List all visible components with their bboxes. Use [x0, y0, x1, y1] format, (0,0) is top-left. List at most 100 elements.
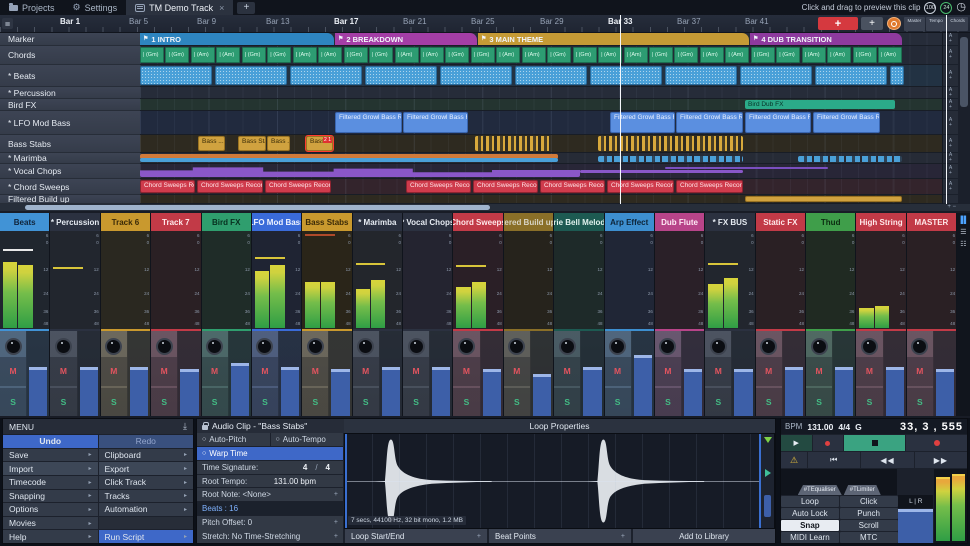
chord-chip[interactable]: | (Am) [725, 47, 749, 63]
pan-knob[interactable] [408, 338, 425, 355]
tab-settings[interactable]: ⚙ Settings [64, 0, 127, 15]
tab-projects[interactable]: Projects [0, 0, 64, 15]
menu-item-click-track[interactable]: Click Track▸ [99, 476, 194, 489]
zoom-icons[interactable]: + − [947, 204, 956, 210]
master-plugin-tlimiter[interactable]: #TLimiter [844, 485, 881, 495]
chord-chip[interactable]: | (Am) [496, 47, 520, 63]
solo-button[interactable]: S [756, 388, 782, 417]
mixer-strip-label[interactable]: Track 7 [151, 213, 200, 231]
time-signature-value[interactable]: 4/4 [838, 422, 850, 432]
mixer-view-toggle-icon[interactable]: ☰ [960, 229, 967, 236]
chord-chip[interactable]: | (Gm) [573, 47, 597, 63]
master-plugin-tequaliser[interactable]: #TEqualiser [798, 485, 842, 495]
pan-knob[interactable] [5, 338, 22, 355]
cpu-badge[interactable]: 100 [924, 2, 936, 14]
mute-button[interactable]: M [0, 357, 26, 386]
mixer-strip-label[interactable]: Thud [806, 213, 855, 231]
key-value[interactable]: G [855, 422, 862, 432]
pan-knob[interactable] [811, 338, 828, 355]
auto-pitch-button[interactable]: ○Auto-Pitch [197, 433, 270, 446]
menu-item-automation[interactable]: Automation▸ [99, 503, 194, 516]
track-lane-chord-sweeps[interactable]: Chord Sweeps Recordi...Chord Sweeps Reco… [140, 179, 942, 195]
track-header-chords[interactable]: Chords [0, 46, 140, 65]
mixer-strip-label[interactable]: * Marimba [353, 213, 402, 231]
chord-chip[interactable]: | (Am) [395, 47, 419, 63]
menu-item-movies[interactable]: Movies▸ [3, 517, 98, 530]
mute-button[interactable]: M [655, 357, 681, 386]
track-lane-beats[interactable] [140, 65, 942, 87]
new-tab-button[interactable]: + [237, 2, 255, 14]
mixer-strip-label[interactable]: Erie Bell Melody [554, 213, 603, 231]
solo-button[interactable]: S [806, 388, 832, 417]
pan-knob[interactable] [710, 338, 727, 355]
volume-fader[interactable] [833, 331, 855, 416]
return-to-start-button[interactable]: ⏮ [808, 452, 860, 468]
clip[interactable]: Bass Sta... [238, 136, 266, 151]
clip[interactable]: Filtered Growl Bass Re... [335, 112, 402, 133]
chord-chip[interactable]: | (Gm) [242, 47, 266, 63]
solo-button[interactable]: S [907, 388, 933, 417]
warp-time-button[interactable]: ○ Warp Time [197, 447, 343, 460]
volume-fader[interactable] [27, 331, 49, 416]
menu-item-snapping[interactable]: Snapping▸ [3, 490, 98, 503]
toggle-loop[interactable]: Loop [781, 496, 839, 507]
chord-chip[interactable]: | (Gm) [165, 47, 189, 63]
vertical-scrollbar[interactable] [958, 33, 970, 204]
record-safety-button[interactable] [887, 17, 901, 30]
fps-badge[interactable]: 24 [940, 2, 952, 14]
clip[interactable] [580, 170, 743, 173]
volume-fader[interactable] [884, 331, 906, 416]
chord-chip[interactable]: | (Gm) [853, 47, 877, 63]
mini-track-tempo[interactable]: Tempo [926, 17, 947, 31]
menu-item-help[interactable]: Help▸ [3, 530, 98, 543]
clip[interactable] [740, 66, 812, 85]
track-header-vocal-chops[interactable]: * Vocal Chops [0, 164, 140, 179]
solo-button[interactable]: S [353, 388, 379, 417]
menu-item-timecode[interactable]: Timecode▸ [3, 476, 98, 489]
mute-button[interactable]: M [453, 357, 479, 386]
clip[interactable]: Bass ... [198, 136, 225, 151]
volume-fader[interactable] [78, 331, 100, 416]
track-header-lfo-mod-bass[interactable]: * LFO Mod Bass [0, 111, 140, 135]
mute-button[interactable]: M [101, 357, 127, 386]
track-header-bass-stabs[interactable]: Bass Stabs [0, 135, 140, 153]
chord-chip[interactable]: | (Am) [700, 47, 724, 63]
track-lane-percussion[interactable] [140, 87, 942, 99]
auto-tempo-button[interactable]: ○Auto-Tempo [271, 433, 344, 446]
volume-fader[interactable] [531, 331, 553, 416]
mixer-strip-label[interactable]: MASTER [907, 213, 956, 231]
clip[interactable]: Filtered Growl Bass Re... [403, 112, 468, 133]
volume-fader[interactable] [783, 331, 805, 416]
solo-button[interactable]: S [705, 388, 731, 417]
mixer-strip-label[interactable]: Chord Sweeps [453, 213, 502, 231]
track-lane-filtered-build-up[interactable] [140, 195, 942, 204]
track-lane-bass-stabs[interactable]: Bass ...Bass Sta...Bass ...Bass Sta... [140, 135, 942, 153]
marker-triangle-icon[interactable] [764, 437, 772, 443]
chord-chip[interactable]: | (Am) [827, 47, 851, 63]
mini-track-master[interactable]: Master [904, 17, 925, 31]
track-lane-lfo-mod-bass[interactable]: Filtered Growl Bass Re...Filtered Growl … [140, 111, 942, 135]
mute-button[interactable]: M [202, 357, 228, 386]
menu-item-import[interactable]: Import▸ [3, 462, 98, 475]
pan-knob[interactable] [156, 338, 173, 355]
loop-start-end-button[interactable]: Loop Start/End+ [345, 529, 487, 543]
track-header-filtered-build-up[interactable]: Filtered Build up [0, 195, 140, 204]
solo-button[interactable]: S [252, 388, 278, 417]
clip[interactable] [745, 196, 902, 202]
clip[interactable] [798, 156, 902, 162]
solo-button[interactable]: S [302, 388, 328, 417]
root-tempo-row[interactable]: Root Tempo: 131.00 bpm [197, 475, 343, 488]
secondary-playhead[interactable] [946, 15, 947, 204]
pan-knob[interactable] [55, 338, 72, 355]
clip[interactable]: Chord Sweeps Recordi... [540, 180, 605, 193]
mute-button[interactable]: M [705, 357, 731, 386]
close-icon[interactable]: × [219, 3, 224, 13]
clip[interactable] [140, 66, 212, 85]
track-lane-vocal-chops[interactable] [140, 164, 942, 179]
mixer-strip-label[interactable]: Filtered Build up ... [504, 213, 553, 231]
menu-item-tracks[interactable]: Tracks▸ [99, 490, 194, 503]
clip[interactable] [475, 136, 551, 151]
menu-item-undo[interactable]: Undo [3, 435, 98, 448]
clip[interactable] [140, 158, 558, 162]
horizontal-scrollbar[interactable]: + − [0, 204, 970, 211]
